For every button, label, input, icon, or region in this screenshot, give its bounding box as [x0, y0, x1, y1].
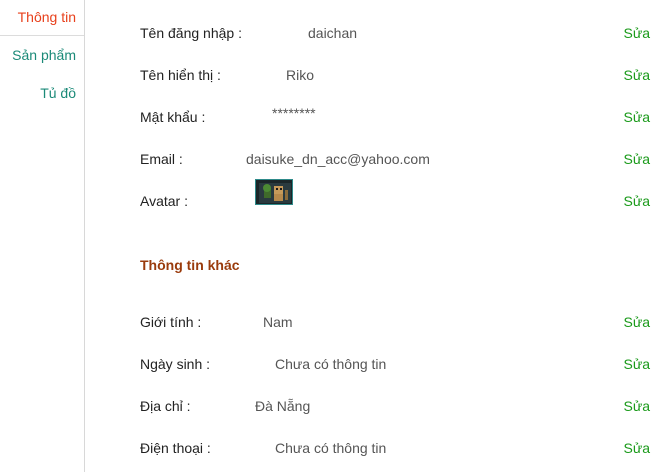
- address-row: Địa chỉ : Đà Nẵng Sửa: [85, 396, 664, 416]
- edit-avatar-link[interactable]: Sửa: [624, 191, 651, 211]
- email-label: Email :: [140, 151, 183, 167]
- profile-content: Tên đăng nhập : daichan Sửa Tên hiển thị…: [85, 0, 664, 472]
- edit-username-link[interactable]: Sửa: [624, 23, 651, 43]
- edit-display-name-link[interactable]: Sửa: [624, 65, 651, 85]
- birthday-row: Ngày sinh : Chưa có thông tin Sửa: [85, 354, 664, 374]
- display-name-row: Tên hiển thị : Riko Sửa: [85, 65, 664, 85]
- avatar-image[interactable]: [255, 179, 293, 205]
- edit-birthday-link[interactable]: Sửa: [624, 354, 651, 374]
- phone-label: Điện thoại :: [140, 440, 211, 456]
- avatar-label: Avatar :: [140, 193, 188, 209]
- gender-row: Giới tính : Nam Sửa: [85, 312, 664, 332]
- edit-email-link[interactable]: Sửa: [624, 149, 651, 169]
- username-row: Tên đăng nhập : daichan Sửa: [85, 23, 664, 43]
- address-label: Địa chỉ :: [140, 398, 191, 414]
- display-name-value: Riko: [286, 67, 315, 83]
- password-label: Mật khẩu :: [140, 109, 206, 125]
- email-value: daisuke_dn_acc@yahoo.com: [246, 151, 430, 167]
- nav-item-products[interactable]: Sản phẩm: [12, 47, 76, 63]
- address-value: Đà Nẵng: [255, 398, 311, 414]
- display-name-label: Tên hiển thị :: [140, 67, 221, 83]
- edit-password-link[interactable]: Sửa: [624, 107, 651, 127]
- birthday-value: Chưa có thông tin: [275, 356, 387, 372]
- avatar-picture-icon: [256, 180, 292, 204]
- birthday-label: Ngày sinh :: [140, 356, 211, 372]
- phone-value: Chưa có thông tin: [275, 440, 387, 456]
- avatar-row: Avatar : Sửa: [85, 179, 664, 211]
- phone-row: Điện thoại : Chưa có thông tin Sửa: [85, 438, 664, 458]
- password-row: Mật khẩu : ******** Sửa: [85, 105, 664, 127]
- gender-value: Nam: [263, 314, 293, 330]
- other-info-heading: Thông tin khác: [140, 257, 240, 273]
- username-value: daichan: [308, 25, 358, 41]
- username-label: Tên đăng nhập :: [140, 25, 242, 41]
- gender-label: Giới tính :: [140, 314, 202, 330]
- edit-phone-link[interactable]: Sửa: [624, 438, 651, 458]
- password-value: ********: [272, 105, 316, 121]
- email-row: Email : daisuke_dn_acc@yahoo.com Sửa: [85, 149, 664, 169]
- nav-item-wardrobe[interactable]: Tủ đồ: [40, 85, 76, 101]
- nav-divider: [0, 35, 84, 36]
- edit-gender-link[interactable]: Sửa: [624, 312, 651, 332]
- sidebar-nav: Thông tin Sản phẩm Tủ đồ: [0, 0, 85, 472]
- nav-item-info[interactable]: Thông tin: [18, 9, 76, 25]
- edit-address-link[interactable]: Sửa: [624, 396, 651, 416]
